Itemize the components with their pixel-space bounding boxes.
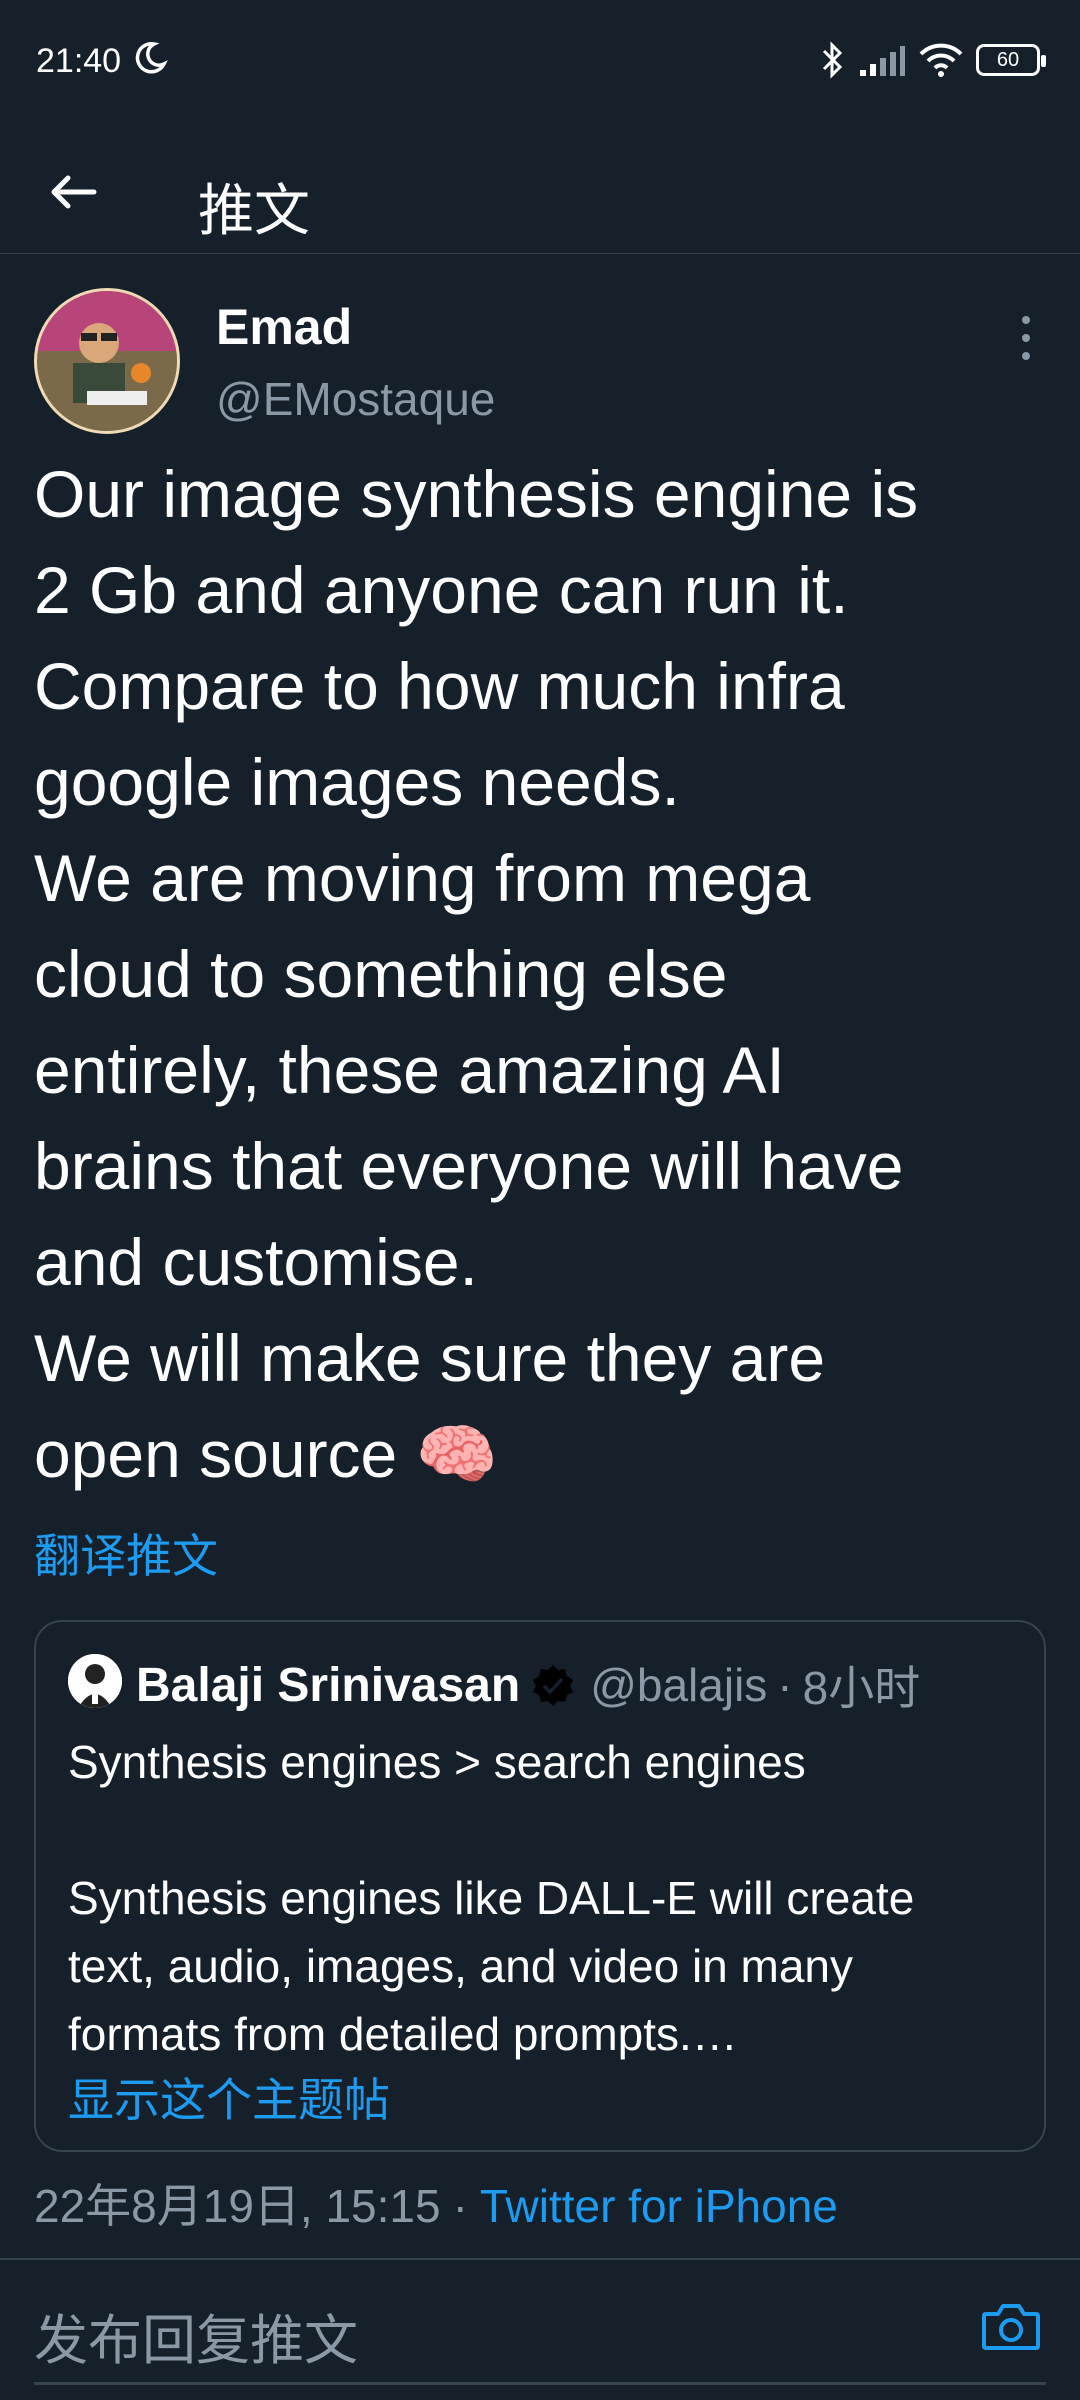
moon-icon bbox=[135, 42, 168, 74]
show-thread-link[interactable]: 显示这个主题帖 bbox=[68, 2064, 390, 2130]
reply-input[interactable]: 发布回复推文 bbox=[34, 2296, 358, 2375]
camera-icon[interactable] bbox=[980, 2298, 1042, 2354]
bluetooth-icon bbox=[822, 41, 843, 79]
quoted-tweet-text: Synthesis engines > search engines Synth… bbox=[68, 1736, 915, 2060]
quoted-tweet-card[interactable]: Balaji Srinivasan @balajis · 8小时 Synthes… bbox=[34, 1620, 1046, 2152]
quoted-avatar-illustration bbox=[68, 1654, 122, 1708]
signal-icon bbox=[860, 46, 905, 76]
tweet-text: Our image synthesis engine is 2 Gb and a… bbox=[34, 446, 1054, 1502]
status-time: 21:40 bbox=[36, 42, 122, 80]
tweet-author-row: Emad @EMostaque bbox=[34, 288, 1046, 438]
avatar[interactable] bbox=[34, 288, 180, 434]
quoted-time: 8小时 bbox=[802, 1662, 921, 1714]
reply-underline bbox=[34, 2382, 1046, 2385]
status-icons: 60 bbox=[820, 40, 1046, 80]
meta-separator: · bbox=[452, 2180, 468, 2232]
translate-tweet-link[interactable]: 翻译推文 bbox=[34, 1520, 218, 1586]
reply-bar: 发布回复推文 bbox=[0, 2260, 1080, 2400]
quoted-separator: · bbox=[777, 1659, 793, 1711]
tweet-date: 22年8月19日, 15:15 bbox=[34, 2180, 441, 2232]
wifi-icon bbox=[919, 43, 963, 77]
more-options-icon[interactable] bbox=[1006, 310, 1046, 366]
top-bar: 推文 bbox=[0, 130, 1080, 254]
quoted-author-handle: @balajis bbox=[590, 1659, 768, 1711]
quoted-tweet-header: Balaji Srinivasan @balajis · 8小时 bbox=[136, 1652, 920, 1718]
tweet-meta: 22年8月19日, 15:15 · Twitter for iPhone bbox=[34, 2170, 838, 2236]
status-bar: 21:40 60 bbox=[0, 0, 1080, 130]
tweet-source-link[interactable]: Twitter for iPhone bbox=[480, 2180, 838, 2232]
arrow-left-icon[interactable] bbox=[44, 172, 104, 212]
avatar-illustration bbox=[37, 291, 177, 431]
author-name[interactable]: Emad bbox=[216, 298, 352, 356]
verified-badge-icon bbox=[533, 1665, 574, 1706]
battery-icon: 60 bbox=[976, 44, 1046, 76]
page-title: 推文 bbox=[198, 179, 310, 242]
author-handle[interactable]: @EMostaque bbox=[216, 372, 495, 426]
tweet-body: Our image synthesis engine is 2 Gb and a… bbox=[34, 457, 919, 1491]
battery-level: 60 bbox=[996, 48, 1020, 71]
brain-emoji: 🧠 bbox=[415, 1417, 498, 1491]
quoted-author-name: Balaji Srinivasan bbox=[136, 1658, 521, 1712]
quoted-avatar bbox=[68, 1654, 122, 1708]
